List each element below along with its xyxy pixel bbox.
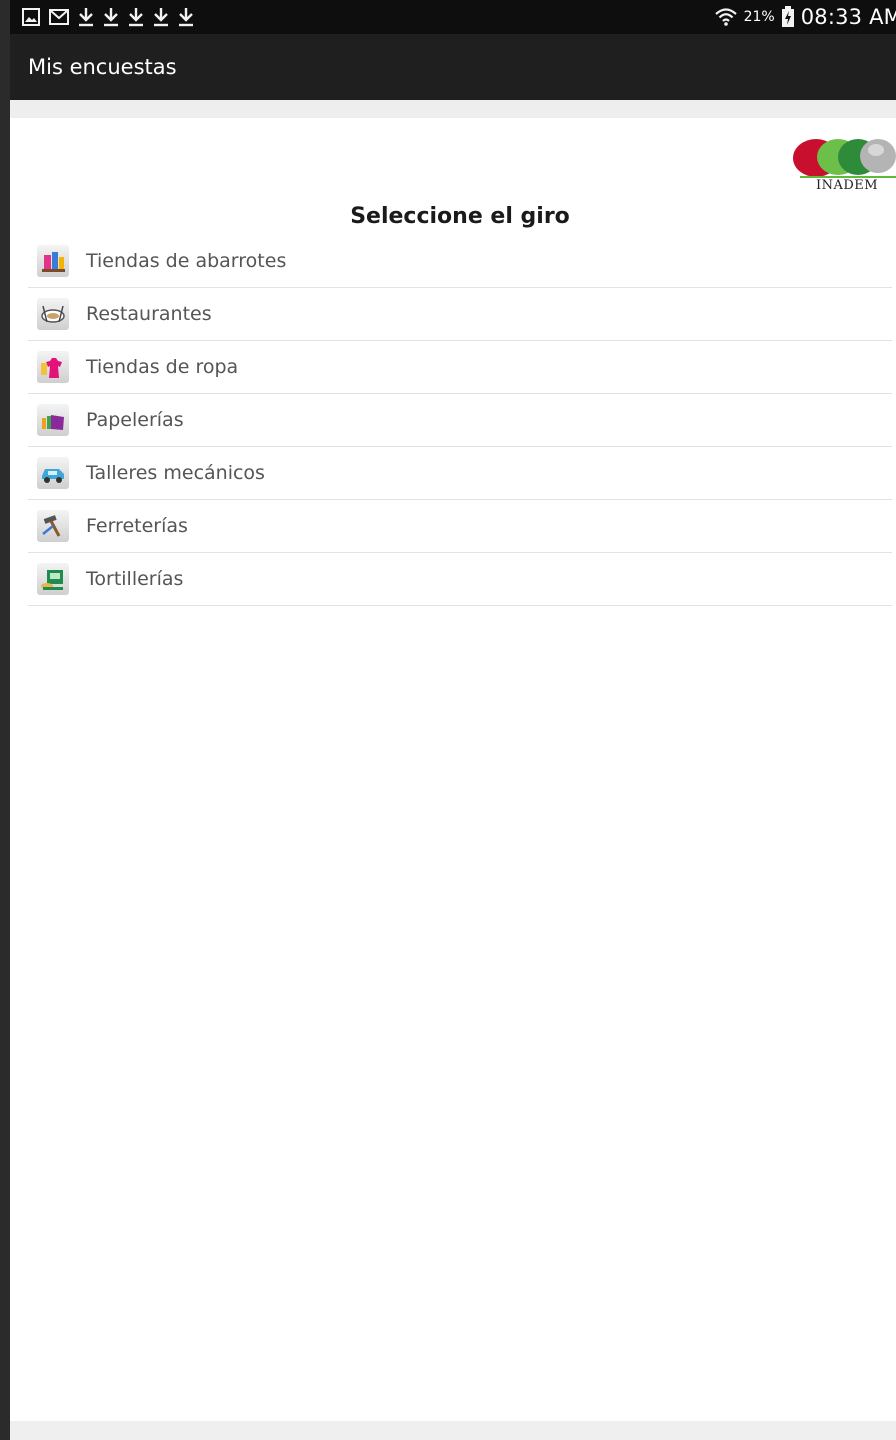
app-title: Mis encuestas (28, 55, 177, 79)
download-icon (178, 7, 194, 27)
hardware-icon (37, 510, 69, 542)
gmail-icon (49, 9, 69, 25)
mechanic-icon (37, 457, 69, 489)
list-item-label: Ferreterías (86, 515, 188, 537)
download-icon (153, 7, 169, 27)
download-icon (78, 7, 94, 27)
list-item-ferreterias[interactable]: Ferreterías (28, 500, 892, 553)
clothing-icon (37, 351, 69, 383)
stationery-icon (37, 404, 69, 436)
tortilla-icon (37, 563, 69, 595)
device-screen: 21% 08:33 AM Mis encuestas INADEM Selecc… (0, 0, 896, 1440)
logo-text: INADEM (815, 178, 879, 193)
list-item-label: Papelerías (86, 409, 184, 431)
list-item-label: Talleres mecánicos (86, 462, 265, 484)
action-bar: Mis encuestas (10, 34, 896, 100)
list-item-label: Tiendas de abarrotes (86, 250, 287, 272)
notification-icons (22, 0, 194, 34)
list-item-tiendas-de-abarrotes[interactable]: Tiendas de abarrotes (28, 235, 892, 288)
list-item-label: Tiendas de ropa (86, 356, 239, 378)
action-bar-divider (10, 100, 896, 118)
battery-charging-icon (781, 6, 795, 28)
page-title: Seleccione el giro (350, 204, 570, 229)
list-item-label: Restaurantes (86, 303, 212, 325)
list-item-papelerias[interactable]: Papelerías (28, 394, 892, 447)
list-item-tortillerias[interactable]: Tortillerías (28, 553, 892, 606)
gallery-icon (22, 8, 40, 26)
download-icon (128, 7, 144, 27)
list-item-label: Tortillerías (86, 568, 184, 590)
system-status: 21% 08:33 AM (714, 0, 896, 34)
grocery-icon (37, 245, 69, 277)
list-item-tiendas-de-ropa[interactable]: Tiendas de ropa (28, 341, 892, 394)
battery-percent: 21% (743, 9, 775, 25)
download-icon (103, 7, 119, 27)
bottom-bar (10, 1421, 896, 1440)
list-item-restaurantes[interactable]: Restaurantes (28, 288, 892, 341)
clock: 08:33 AM (800, 5, 896, 29)
list-item-talleres-mecanicos[interactable]: Talleres mecánicos (28, 447, 892, 500)
giro-list: Tiendas de abarrotes Restaurantes Tienda… (28, 235, 892, 606)
restaurant-icon (37, 298, 69, 330)
wifi-icon (714, 6, 738, 28)
status-bar: 21% 08:33 AM (10, 0, 896, 34)
